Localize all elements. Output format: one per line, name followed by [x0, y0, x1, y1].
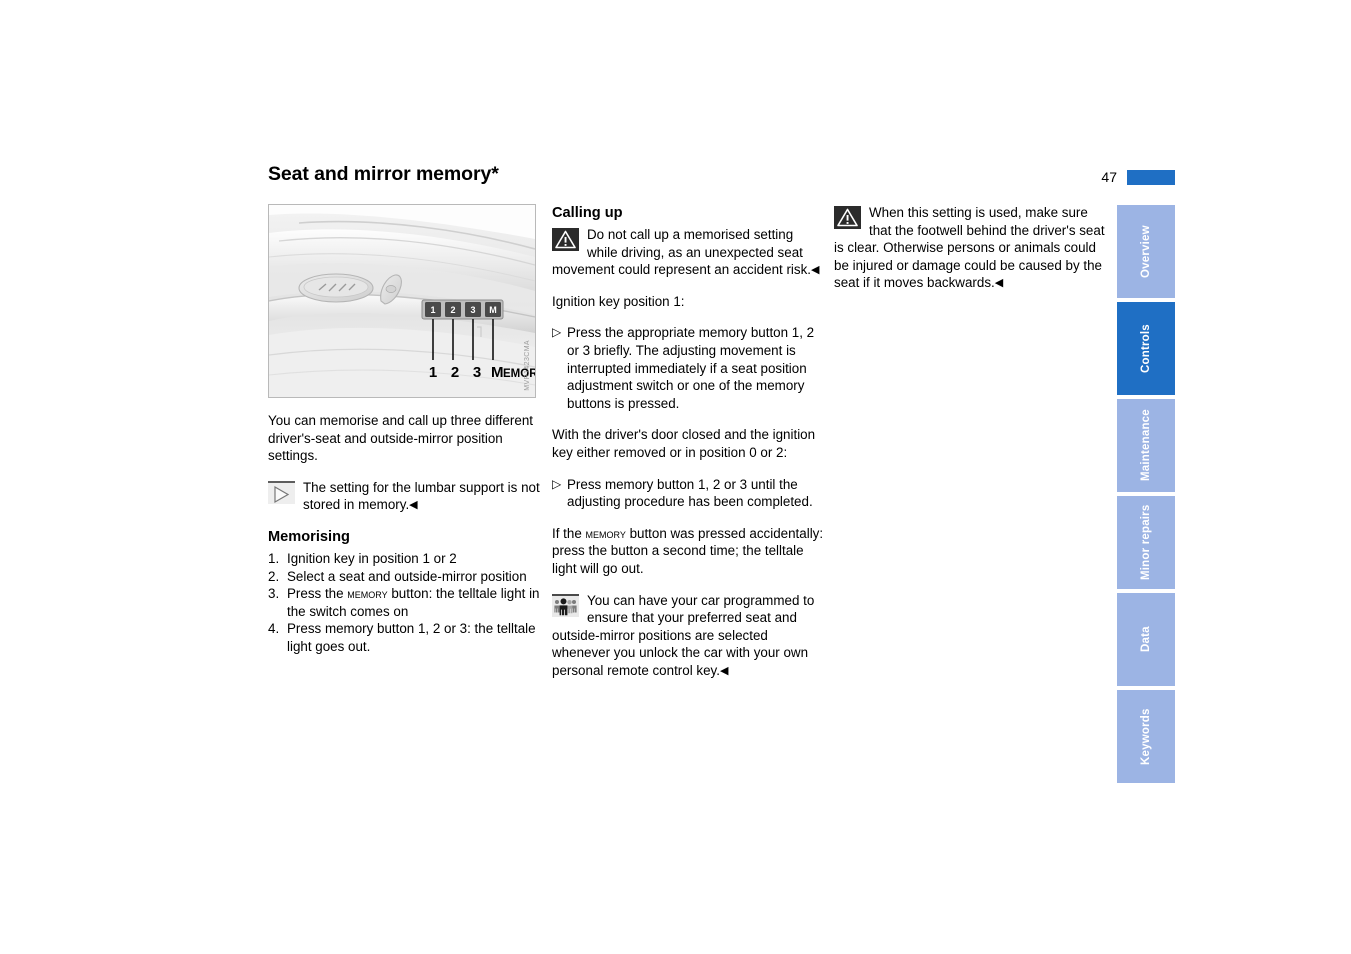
note-endmark: ◀ [994, 277, 1004, 290]
note-endmark: ◀ [719, 664, 729, 677]
service-people-icon [552, 593, 579, 617]
svg-text:2: 2 [451, 364, 459, 381]
memorising-steps-list: 1. Ignition key in position 1 or 2 2. Se… [268, 550, 540, 656]
memory-buttons-graphic: 1 2 3 M [421, 299, 504, 320]
header-accent-bar [1127, 170, 1175, 185]
warning-note-body: Do not call up a memorised setting while… [552, 227, 812, 278]
note-service-body: You can have your car programmed to ensu… [552, 592, 815, 678]
memorising-step: 4. Press memory button 1, 2 or 3: the te… [268, 620, 540, 655]
step-number: 3. [268, 586, 280, 602]
info-triangle-icon [268, 480, 295, 504]
tab-overview[interactable]: Overview [1117, 205, 1175, 298]
memorising-step: 2. Select a seat and outside-mirror posi… [268, 568, 540, 586]
tab-maintenance-label: Maintenance [1140, 409, 1152, 482]
svg-text:3: 3 [473, 364, 481, 381]
note-service-programming-text: You can have your car programmed to ensu… [552, 592, 824, 680]
step-number: 2. [268, 568, 280, 584]
note-endmark: ◀ [811, 264, 820, 277]
tab-keywords[interactable]: Keywords [1117, 690, 1175, 783]
svg-text:M: M [489, 305, 497, 315]
tab-minor-repairs[interactable]: Minor repairs [1117, 496, 1175, 589]
column-middle: Calling up Do not call up a memorised se… [552, 204, 824, 693]
triangle-bullet-icon: ▷ [552, 325, 562, 340]
bullet-text: Press the appropriate memory button 1, 2… [567, 325, 815, 411]
seat-memory-switch-drawing: 1 2 3 M 1 2 3 M EMO [269, 205, 535, 397]
page-title: Seat and mirror memory* [268, 163, 499, 185]
warning-note-footwell: When this setting is used, make sure tha… [834, 204, 1106, 292]
bullet-item: ▷ Press the appropriate memory button 1,… [552, 324, 824, 412]
column-left: 1 2 3 M 1 2 3 M EMO MVR1423CMA You can m… [268, 204, 540, 656]
step-text: Ignition key in position 1 or 2 [287, 550, 457, 566]
tab-data-label: Data [1140, 626, 1152, 653]
memorising-step: 3. Press the Memory button: the telltale… [268, 585, 540, 620]
tab-minor-repairs-label: Minor repairs [1140, 504, 1152, 581]
door-closed-intro: With the driver's door closed and the ig… [552, 427, 816, 460]
svg-text:3: 3 [470, 305, 475, 315]
accidental-press-paragraph: If the Memory button was pressed acciden… [552, 525, 824, 578]
calling-up-bullet-list-2: ▷ Press memory button 1, 2 or 3 until th… [552, 476, 824, 511]
step-text-pre: Press the [287, 586, 348, 602]
heading-calling-up: Calling up [552, 205, 623, 221]
tab-controls-label: Controls [1140, 324, 1152, 373]
manual-page: Seat and mirror memory* 47 1 2 3 M 1 2 3… [0, 0, 1351, 954]
note-endmark: ◀ [409, 499, 418, 512]
calling-up-bullet-list-1: ▷ Press the appropriate memory button 1,… [552, 324, 824, 412]
heading-memorising: Memorising [268, 528, 350, 545]
tab-overview-label: Overview [1140, 225, 1152, 278]
tab-controls[interactable]: Controls [1117, 302, 1175, 395]
warning-triangle-icon [552, 228, 579, 251]
bullet-item: ▷ Press memory button 1, 2 or 3 until th… [552, 476, 824, 511]
tab-data[interactable]: Data [1117, 593, 1175, 686]
column-right: When this setting is used, make sure tha… [834, 204, 1106, 306]
step-number: 4. [268, 621, 280, 637]
intro-paragraph: You can memorise and call up three diffe… [268, 413, 534, 464]
warning-note-footwell-text: When this setting is used, make sure tha… [834, 204, 1106, 292]
figure-seat-memory-switch: 1 2 3 M 1 2 3 M EMO MVR1423CMA [268, 204, 536, 398]
accidental-pre: If the [552, 525, 586, 541]
ignition-key-intro: Ignition key position 1: [552, 293, 685, 309]
tab-keywords-label: Keywords [1140, 708, 1152, 765]
warning-note-calling-up: Do not call up a memorised setting while… [552, 226, 824, 279]
step-text: Select a seat and outside-mirror positio… [287, 568, 527, 584]
step-number: 1. [268, 550, 280, 566]
tab-maintenance[interactable]: Maintenance [1117, 399, 1175, 492]
memory-term: Memory [585, 525, 626, 541]
note-service-programming: You can have your car programmed to ensu… [552, 592, 824, 680]
memorising-step: 1. Ignition key in position 1 or 2 [268, 550, 540, 568]
note-lumbar-support: The setting for the lumbar support is no… [268, 479, 540, 514]
svg-text:1: 1 [430, 305, 435, 315]
warning-note-body: When this setting is used, make sure tha… [834, 205, 1105, 291]
svg-text:1: 1 [429, 364, 437, 381]
note-lumbar-support-text: The setting for the lumbar support is no… [268, 479, 540, 514]
svg-text:2: 2 [450, 305, 455, 315]
warning-note-calling-up-text: Do not call up a memorised setting while… [552, 226, 824, 279]
memory-term: Memory [347, 586, 388, 602]
figure-reference-code: MVR1423CMA [524, 340, 532, 391]
seat-adjust-switch-graphic [298, 273, 374, 303]
triangle-bullet-icon: ▷ [552, 476, 562, 491]
page-number: 47 [1101, 169, 1117, 185]
warning-triangle-icon [834, 206, 861, 229]
section-tabs: Overview Controls Maintenance Minor repa… [1117, 205, 1175, 787]
step-text: Press memory button 1, 2 or 3: the tellt… [287, 621, 536, 654]
note-lumbar-support-body: The setting for the lumbar support is no… [303, 479, 540, 513]
bullet-text: Press memory button 1, 2 or 3 until the … [567, 476, 813, 510]
svg-text:M: M [491, 364, 504, 381]
